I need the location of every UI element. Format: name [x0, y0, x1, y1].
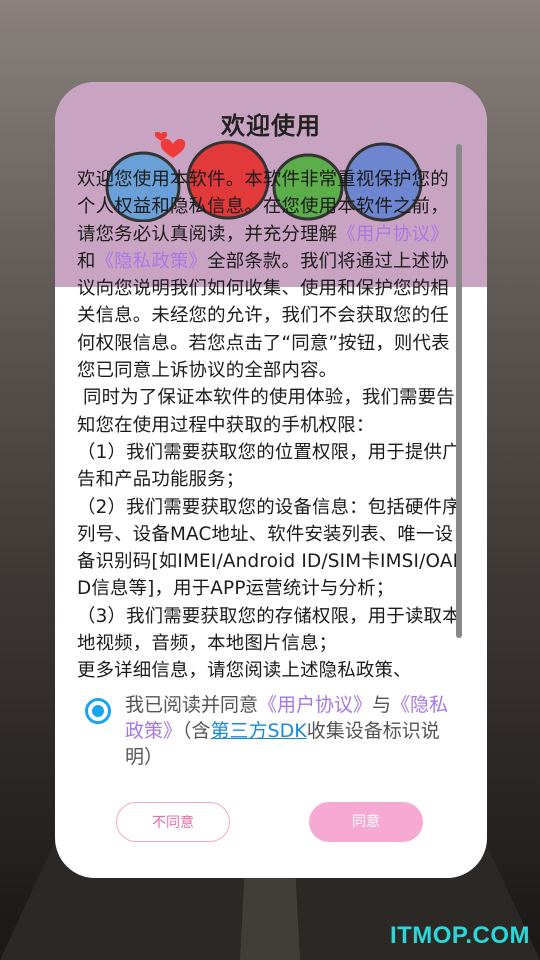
consent-label: （含	[182, 720, 211, 742]
terms-paragraph: 更多详细信息，请您阅读上述隐私政策、	[77, 660, 412, 682]
terms-scrollbar[interactable]	[456, 144, 462, 638]
privacy-dialog: 欢迎使用 欢迎您使用本软件。本软件非常重视保护您的个人权益和隐私信息。在您使用本…	[55, 82, 487, 878]
consent-radio[interactable]	[85, 698, 111, 724]
consent-label: 与	[372, 694, 392, 716]
terms-text: 和	[77, 250, 96, 272]
site-watermark: ITMOP.COM	[389, 922, 530, 949]
agree-button[interactable]: 同意	[309, 802, 423, 842]
terms-paragraph: （2）我们需要获取您的设备信息：包括硬件序列号、设备MAC地址、软件安装列表、唯…	[77, 496, 461, 600]
consent-text: 我已阅读并同意《用户协议》与《隐私政策》（含第三方SDK收集设备标识说明）	[125, 692, 465, 770]
terms-paragraph: （3）我们需要获取您的存储权限，用于读取本地视频，音频，本地图片信息；	[77, 605, 461, 655]
terms-paragraph: 同时为了保证本软件的使用体验，我们需要告知您在使用过程中获取的手机权限：	[77, 387, 455, 436]
dialog-title: 欢迎使用	[221, 112, 321, 140]
terms-scroll-area[interactable]: 欢迎您使用本软件。本软件非常重视保护您的个人权益和隐私信息。在您使用本软件之前，…	[77, 166, 467, 748]
consent-user-agreement-link[interactable]: 《用户协议》	[258, 694, 372, 716]
consent-label: 我已阅读并同意	[125, 694, 259, 716]
user-agreement-link[interactable]: 《用户协议》	[337, 224, 449, 245]
disagree-button[interactable]: 不同意	[116, 802, 230, 842]
terms-paragraph: （1）我们需要获取您的位置权限，用于提供广告和产品功能服务；	[77, 441, 461, 491]
third-party-sdk-link[interactable]: 第三方SDK	[211, 720, 307, 742]
terms-paragraph: 欢迎您使用本软件。本软件非常重视保护您的个人权益和隐私信息。在您使用本软件之前，…	[77, 166, 467, 384]
privacy-policy-link[interactable]: 《隐私政策》	[96, 251, 208, 272]
